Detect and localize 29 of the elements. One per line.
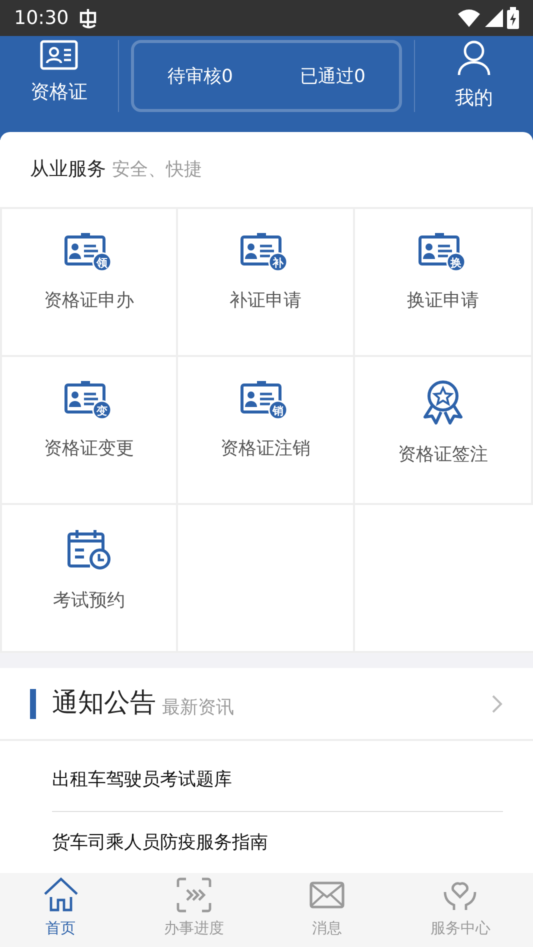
service-tile[interactable]: 换 换证申请 [355, 209, 533, 357]
title-marker [30, 688, 36, 718]
chevron-right-icon[interactable] [491, 694, 503, 714]
wifi-icon [457, 8, 481, 28]
calendar-clock-icon [66, 527, 112, 571]
section-title: 从业服务 [30, 157, 106, 182]
service-tile[interactable]: 变 资格证变更 [0, 357, 178, 505]
notice-item[interactable]: 出租车驾驶员考试题库 [52, 749, 503, 811]
certificate-button[interactable]: 资格证 [30, 40, 88, 106]
notice-subtitle: 最新资讯 [162, 696, 234, 720]
stat-count[interactable]: 待审核0 [168, 62, 233, 90]
profile-button[interactable]: 我的 [455, 40, 493, 112]
home-icon [42, 877, 79, 913]
battery-icon [507, 7, 519, 29]
notice-title: 通知公告 [52, 687, 156, 720]
stat-count[interactable]: 已通过0 [300, 62, 366, 90]
status-time: 10:30 [14, 6, 69, 31]
person-icon [457, 40, 491, 76]
service-tile[interactable]: 考试预约 [0, 505, 178, 653]
progress-icon [176, 877, 212, 913]
notice-item[interactable]: 货车司乘人员防疫服务指南 [52, 811, 503, 856]
section-subtitle: 安全、快捷 [112, 158, 202, 182]
service-tile[interactable]: 领 资格证申办 [0, 209, 178, 357]
service-tile[interactable]: 销 资格证注销 [178, 357, 356, 505]
service-tile[interactable]: 资格证签注 [355, 357, 533, 505]
id-card-icon [40, 40, 78, 70]
signal-icon [485, 9, 503, 27]
tab-item[interactable]: 首页 [0, 873, 122, 947]
service-tile[interactable]: 补 补证申请 [178, 209, 356, 357]
